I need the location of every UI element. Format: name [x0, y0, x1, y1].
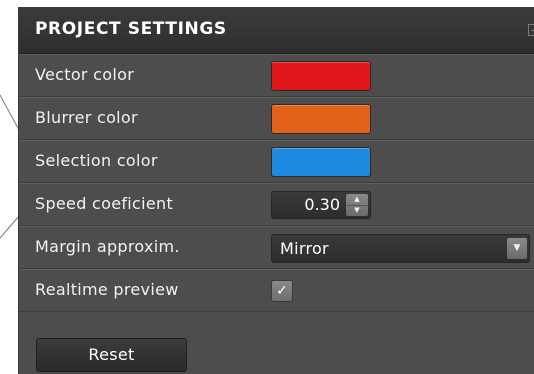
spin-down-icon[interactable]: ▼	[346, 205, 368, 216]
speed-coeficient-spinner[interactable]: 0.30 ▲ ▼	[271, 191, 371, 219]
realtime-preview-label: Realtime preview	[35, 280, 179, 299]
project-settings-panel: PROJECT SETTINGS Vector color Blurrer co…	[19, 7, 534, 374]
row-blurrer-color: Blurrer color	[19, 97, 534, 140]
vector-color-swatch[interactable]	[271, 61, 371, 91]
dropdown-arrow-icon[interactable]: ▼	[507, 238, 527, 259]
selection-color-label: Selection color	[35, 151, 158, 170]
margin-approxim-value: Mirror	[280, 239, 329, 258]
blurrer-color-label: Blurrer color	[35, 108, 138, 127]
row-realtime-preview: Realtime preview ✓	[19, 269, 534, 312]
row-speed-coeficient: Speed coeficient 0.30 ▲ ▼	[19, 183, 534, 226]
connector-line-bottom	[0, 215, 20, 239]
row-margin-approxim: Margin approxim. Mirror ▼	[19, 226, 534, 269]
margin-approxim-label: Margin approxim.	[35, 237, 180, 256]
speed-coeficient-value[interactable]: 0.30	[304, 195, 340, 214]
blurrer-color-swatch[interactable]	[271, 104, 371, 134]
collapse-icon[interactable]	[528, 24, 534, 36]
realtime-preview-checkbox[interactable]: ✓	[271, 280, 293, 302]
speed-coeficient-label: Speed coeficient	[35, 194, 174, 213]
panel-title: PROJECT SETTINGS	[35, 19, 227, 39]
row-vector-color: Vector color	[19, 54, 534, 97]
spinner-buttons: ▲ ▼	[346, 194, 368, 216]
panel-header: PROJECT SETTINGS	[19, 7, 534, 54]
reset-button[interactable]: Reset	[36, 338, 187, 372]
connector-line-top	[0, 94, 20, 131]
selection-color-swatch[interactable]	[271, 147, 371, 177]
vector-color-label: Vector color	[35, 65, 135, 84]
margin-approxim-select[interactable]: Mirror ▼	[271, 234, 530, 263]
row-selection-color: Selection color	[19, 140, 534, 183]
